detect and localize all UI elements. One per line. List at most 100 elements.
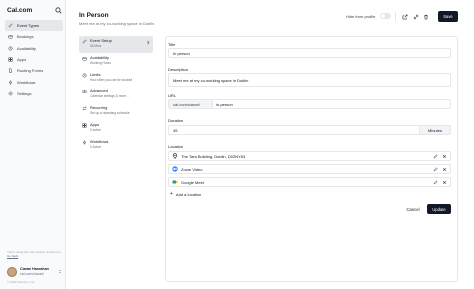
save-button[interactable]: Save xyxy=(438,11,458,22)
location-label: Location xyxy=(168,144,184,149)
close-icon[interactable] xyxy=(442,180,447,185)
version-note: You're using the new version of Cal.com.… xyxy=(7,250,62,258)
url-prefix: cal.com/ciaran/ xyxy=(168,99,213,109)
external-link-button[interactable] xyxy=(400,12,409,21)
description-value: Meet me at my co-working space in Dublin xyxy=(173,78,249,83)
search-icon[interactable] xyxy=(55,7,62,14)
sidebar-item-settings[interactable]: Settings xyxy=(5,88,63,99)
title-input[interactable]: In person xyxy=(168,48,451,58)
tab-subtitle: 0 active xyxy=(90,127,101,132)
repeat-icon xyxy=(82,106,87,111)
location-item[interactable]: Zoom Video xyxy=(168,164,451,174)
sliders-icon xyxy=(82,90,87,94)
user-profile-link: cal.com/ciaran/ xyxy=(20,272,45,276)
edit-icon[interactable] xyxy=(433,166,438,172)
user-menu[interactable]: Ciarán Hanrahan cal.com/ciaran/ xyxy=(7,264,63,280)
add-location-button[interactable]: + Add a location xyxy=(170,191,201,197)
sidebar-item-apps[interactable]: Apps xyxy=(5,54,63,65)
sidebar-item-label: Workflows xyxy=(17,79,36,85)
sidebar-item-label: Availability xyxy=(17,45,36,51)
event-settings-tabs: Event Setup 45 Mins Availability Working… xyxy=(79,36,153,154)
tab-title: Apps xyxy=(90,121,100,127)
location-label-text: Google Meet xyxy=(181,179,204,185)
location-item[interactable]: The Tara Building, Dublin, D02NY63 xyxy=(168,151,451,161)
app-logo[interactable]: Cal.com xyxy=(7,7,32,14)
title-input-value: In person xyxy=(173,50,190,56)
trash-icon xyxy=(423,14,428,19)
tab-availability[interactable]: Availability Working Hours xyxy=(79,53,153,70)
sidebar-item-label: Event Types xyxy=(17,23,39,29)
url-slug-input[interactable]: in-person xyxy=(213,99,451,109)
description-textarea[interactable]: Meet me at my co-working space in Dublin xyxy=(168,73,451,87)
calendar-icon xyxy=(82,56,87,61)
link-icon xyxy=(8,23,13,28)
divider xyxy=(395,12,396,21)
close-icon[interactable] xyxy=(442,167,447,172)
update-button[interactable]: Update xyxy=(427,204,451,214)
tab-title: Workflows xyxy=(90,138,109,144)
edit-icon[interactable] xyxy=(433,153,438,159)
tab-advanced[interactable]: Advanced Calendar settings & more... xyxy=(79,86,153,103)
tab-subtitle: Working Hours xyxy=(90,60,112,65)
sidebar-nav: Event Types Bookings Availability Apps R… xyxy=(5,20,63,99)
file-icon xyxy=(9,68,12,73)
grid-icon xyxy=(8,57,13,62)
google-meet-icon xyxy=(172,179,178,185)
sidebar-item-routing-forms[interactable]: Routing Forms xyxy=(5,65,63,76)
sidebar-item-event-types[interactable]: Event Types xyxy=(5,20,63,32)
tab-title: Event Setup xyxy=(90,38,112,43)
zap-icon xyxy=(82,140,87,145)
url-slug-value: in-person xyxy=(216,101,233,107)
sidebar-item-label: Routing Forms xyxy=(17,68,44,74)
title-label: Title xyxy=(168,42,176,47)
grid-icon xyxy=(82,123,87,128)
sidebar-item-availability[interactable]: Availability xyxy=(5,43,63,54)
tab-subtitle: Set up a repeating schedule xyxy=(90,111,130,116)
duration-input[interactable]: 45 xyxy=(168,125,420,135)
tab-workflows[interactable]: Workflows 0 Active xyxy=(79,137,153,154)
location-label-text: The Tara Building, Dublin, D02NY63 xyxy=(181,153,246,159)
tab-subtitle: 45 Mins xyxy=(90,44,102,48)
calendar-icon xyxy=(8,35,13,39)
hide-from-profile-toggle[interactable] xyxy=(380,13,391,19)
chevron-right-icon xyxy=(147,40,150,45)
tab-title: Advanced xyxy=(90,88,108,94)
tab-subtitle: Calendar settings & more... xyxy=(90,94,129,99)
duration-unit: Minutes xyxy=(420,125,451,135)
gear-icon xyxy=(8,91,13,96)
tab-subtitle: 0 Active xyxy=(90,144,102,149)
duration-label: Duration xyxy=(168,118,184,123)
sidebar-item-bookings[interactable]: Bookings xyxy=(5,31,63,42)
cancel-button[interactable]: Cancel xyxy=(401,204,425,214)
hide-from-profile-label: Hide from profile xyxy=(346,14,376,19)
tab-subtitle: How often you can be booked xyxy=(90,77,133,82)
zap-icon xyxy=(8,79,13,85)
add-location-label: Add a location xyxy=(175,191,202,197)
go-back-link[interactable]: Go back xyxy=(7,254,18,258)
location-item[interactable]: Google Meet xyxy=(168,177,451,187)
tab-recurring[interactable]: Recurring Set up a repeating schedule xyxy=(79,103,153,120)
sidebar-item-label: Settings xyxy=(17,90,32,96)
tab-limits[interactable]: Limits How often you can be booked xyxy=(79,70,153,87)
sidebar-item-label: Bookings xyxy=(17,34,34,40)
link-icon xyxy=(82,39,87,44)
clock-icon xyxy=(82,73,87,78)
delete-event-button[interactable] xyxy=(421,12,430,21)
clock-icon xyxy=(8,46,13,51)
description-label: Description xyxy=(168,67,189,72)
close-icon[interactable] xyxy=(442,154,447,159)
avatar xyxy=(7,267,17,277)
tab-apps[interactable]: Apps 0 active xyxy=(79,120,153,137)
copy-link-button[interactable] xyxy=(411,12,420,21)
map-pin-icon xyxy=(172,153,178,159)
sidebar-item-label: Apps xyxy=(17,57,27,63)
tab-event-setup[interactable]: Event Setup 45 Mins xyxy=(79,36,153,53)
url-label: URL xyxy=(168,93,177,98)
page-subtitle: Meet me at my co-working space in Dublin xyxy=(79,21,155,26)
chevron-updown-icon xyxy=(58,269,62,274)
sidebar-item-workflows[interactable]: Workflows xyxy=(5,76,63,87)
plus-icon: + xyxy=(170,191,173,197)
copyright: © 2022 Cal.com, Inc. xyxy=(7,280,36,284)
edit-icon[interactable] xyxy=(433,179,438,185)
external-link-icon xyxy=(402,14,407,19)
